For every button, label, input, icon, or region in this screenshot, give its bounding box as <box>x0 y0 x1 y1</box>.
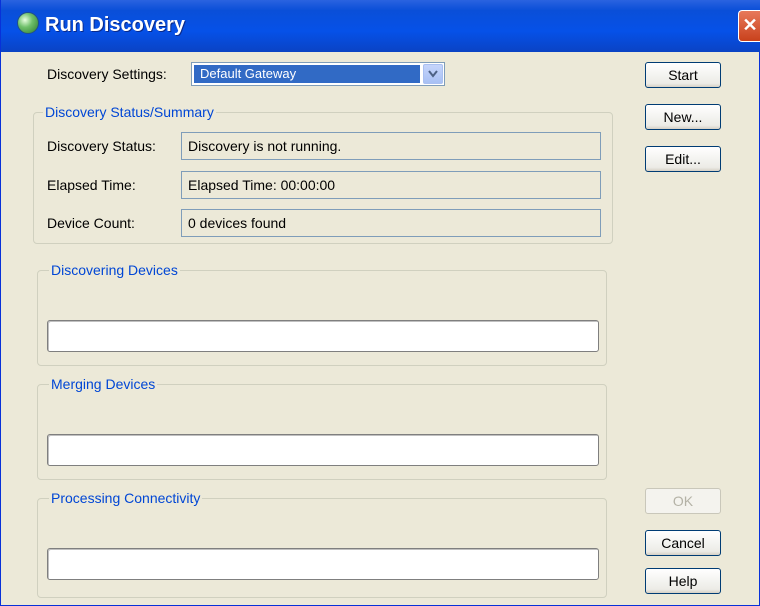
discovery-globe-icon <box>17 12 39 34</box>
processing-connectivity-group-title: Processing Connectivity <box>49 490 203 506</box>
start-button[interactable]: Start <box>645 62 721 88</box>
elapsed-time-value: Elapsed Time: 00:00:00 <box>181 171 601 199</box>
title-bar[interactable]: Run Discovery ✕ <box>1 0 760 52</box>
dropdown-arrow-button[interactable] <box>423 64 443 84</box>
help-button-label: Help <box>668 573 698 589</box>
discovering-devices-group-title: Discovering Devices <box>49 262 180 278</box>
discovering-devices-progress-bar <box>47 320 599 352</box>
merging-devices-progress-bar <box>47 434 599 466</box>
discovery-settings-label: Discovery Settings: <box>47 66 167 82</box>
discovery-settings-dropdown[interactable]: Default Gateway <box>191 62 445 86</box>
discovery-status-value: Discovery is not running. <box>181 132 601 160</box>
device-count-value: 0 devices found <box>181 209 601 237</box>
edit-button-label: Edit... <box>665 151 701 167</box>
elapsed-time-label: Elapsed Time: <box>47 177 136 193</box>
run-discovery-dialog: Run Discovery ✕ Discovery Settings: Defa… <box>0 0 760 606</box>
status-summary-group-title: Discovery Status/Summary <box>43 104 216 120</box>
window-title: Run Discovery <box>45 14 186 36</box>
discovery-settings-selected-value: Default Gateway <box>194 65 420 83</box>
close-button[interactable]: ✕ <box>738 10 760 42</box>
ok-button-label: OK <box>672 493 694 509</box>
start-button-label: Start <box>668 67 698 83</box>
edit-button[interactable]: Edit... <box>645 146 721 172</box>
merging-devices-group-title: Merging Devices <box>49 376 158 392</box>
processing-connectivity-progress-bar <box>47 548 599 580</box>
help-button[interactable]: Help <box>645 568 721 594</box>
new-button-label: New... <box>663 109 703 125</box>
new-button[interactable]: New... <box>645 104 721 130</box>
device-count-label: Device Count: <box>47 215 135 231</box>
cancel-button[interactable]: Cancel <box>645 530 721 556</box>
discovery-status-label: Discovery Status: <box>47 138 156 154</box>
chevron-down-icon <box>428 70 438 78</box>
ok-button[interactable]: OK <box>645 488 721 514</box>
cancel-button-label: Cancel <box>661 535 705 551</box>
